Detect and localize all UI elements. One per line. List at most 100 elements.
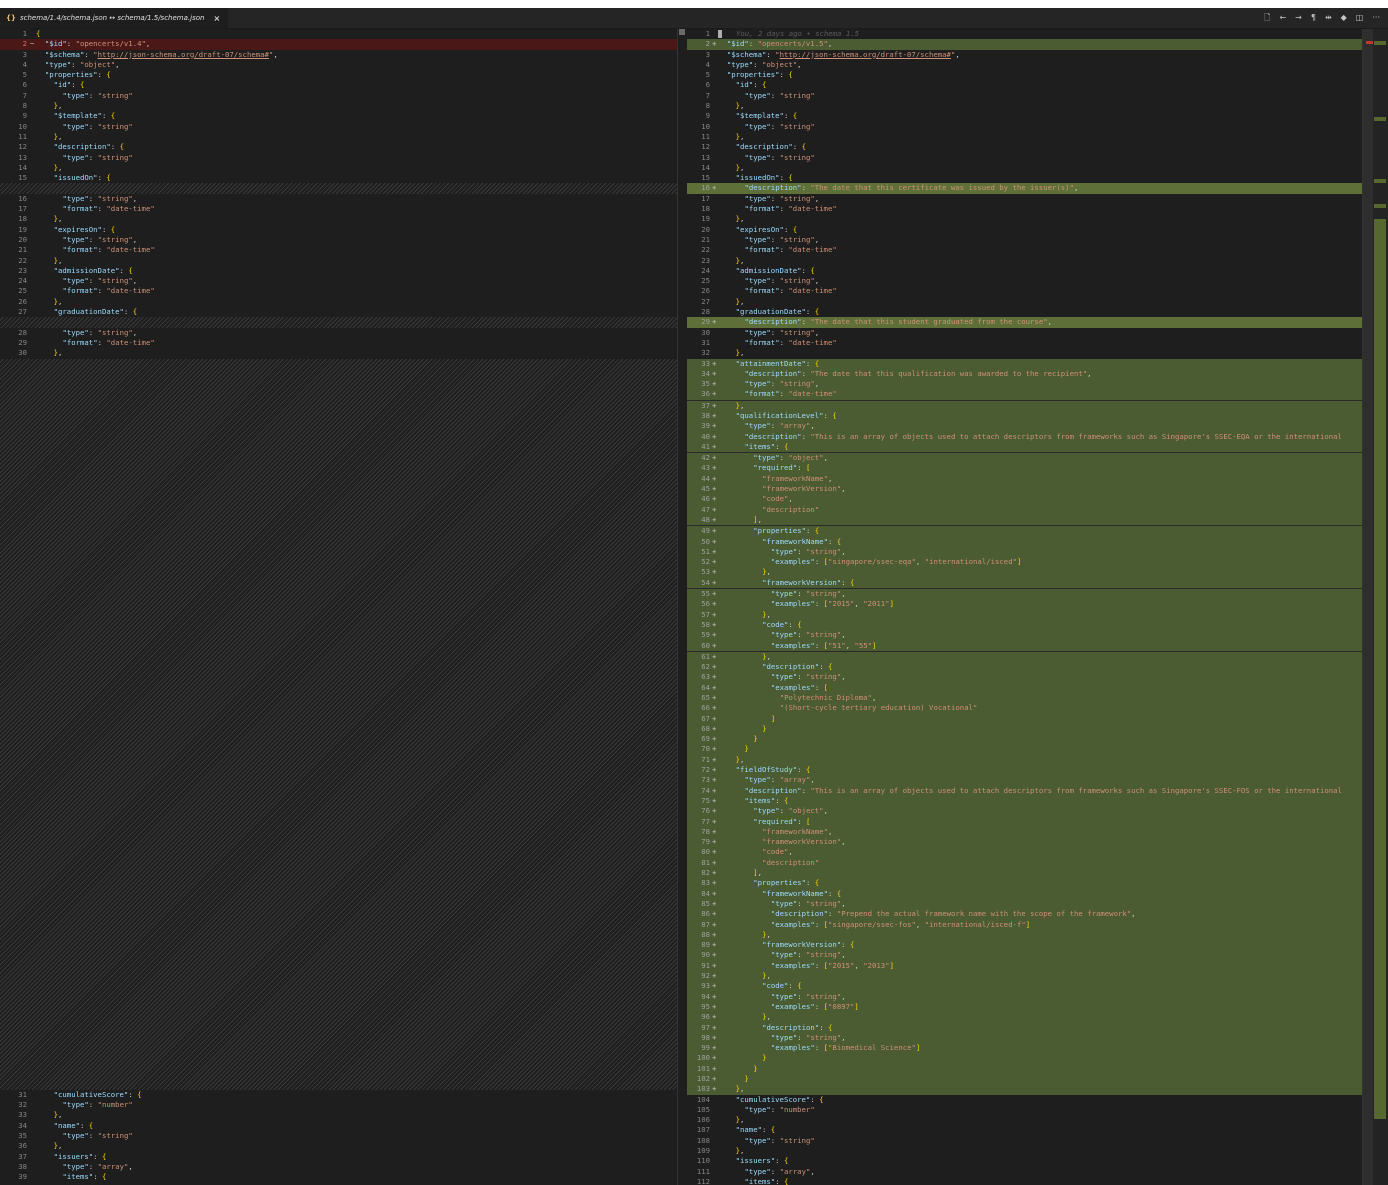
- line-code: "format": "date-time": [744, 337, 837, 347]
- line-number: 34: [18, 1120, 27, 1130]
- line-number: 30: [701, 327, 710, 337]
- line-number: 20: [701, 224, 710, 234]
- line-code: }: [744, 744, 749, 754]
- line-code: "type": "string": [62, 90, 133, 100]
- line-number: 99: [701, 1043, 710, 1053]
- close-tab-button[interactable]: ×: [213, 14, 220, 23]
- scrollbar-slider[interactable]: [1363, 29, 1373, 1185]
- line-code: "$schema": "http://json-schema.org/draft…: [726, 49, 960, 59]
- inserted-change-mark: [1374, 179, 1386, 183]
- line-number: 1: [22, 29, 27, 38]
- inserted-line: 79 + "frameworkVersion",: [687, 837, 1362, 848]
- line-code: "issuedOn": {: [53, 173, 111, 183]
- git-changes-icon[interactable]: ◆: [1341, 8, 1347, 28]
- line-number: 16: [701, 183, 710, 193]
- open-file-icon[interactable]: 🗋: [1264, 8, 1270, 28]
- line-number: 87: [701, 919, 710, 929]
- inserted-line: 98 + "type": "string",: [687, 1032, 1362, 1044]
- line-code: "type": "string": [62, 1130, 133, 1140]
- line-number: 15: [701, 173, 710, 183]
- code-line: 18 "format": "date-time": [687, 204, 1362, 214]
- line-number: 53: [701, 567, 710, 577]
- line-code: "$template": {: [735, 111, 798, 121]
- line-number: 94: [701, 991, 710, 1001]
- code-line: 14 },: [687, 163, 1362, 173]
- inserted-line: 103 + },: [687, 1084, 1362, 1095]
- whitespace-toggle-icon[interactable]: ¶: [1311, 8, 1316, 28]
- line-number: 9: [705, 111, 710, 121]
- line-code: "name": {: [53, 1120, 94, 1130]
- line-number: 37: [18, 1151, 27, 1161]
- line-code: "properties": {: [44, 70, 111, 80]
- inserted-line: 61 + },: [687, 651, 1362, 663]
- line-number: 28: [701, 307, 710, 317]
- diff-tab[interactable]: {} schema/1.4/schema.json ↔ schema/1.5/s…: [0, 8, 229, 28]
- line-number: 42: [701, 453, 710, 463]
- inserted-line: 73 + "type": "array",: [687, 775, 1362, 786]
- inserted-line: 50 + "frameworkName": {: [687, 536, 1362, 547]
- line-number: 39: [18, 1172, 27, 1182]
- code-line: 20 "type": "string",: [0, 235, 677, 245]
- overview-ruler[interactable]: [1362, 29, 1388, 1185]
- line-code: }: [762, 723, 767, 733]
- line-number: 43: [701, 463, 710, 473]
- line-number: 11: [18, 131, 27, 141]
- line-code: "type": "string",: [770, 589, 846, 599]
- line-number: 35: [701, 379, 710, 389]
- line-number: 17: [701, 193, 710, 203]
- line-code: },: [735, 1146, 745, 1156]
- line-number: 47: [701, 504, 710, 514]
- original-file-pane[interactable]: 1{2− "$id": "opencerts/v1.4", 3 "$schema"…: [0, 29, 677, 1185]
- line-code: },: [53, 214, 63, 224]
- line-code: "type": "string",: [744, 193, 820, 203]
- code-line: 22 "format": "date-time": [687, 245, 1362, 255]
- inserted-line: 39 + "type": "array",: [687, 421, 1362, 432]
- inserted-line: 77 + "required": [: [687, 816, 1362, 827]
- line-number: 107: [696, 1125, 710, 1135]
- line-number: 86: [701, 909, 710, 919]
- code-line: 10 "type": "string": [0, 122, 677, 132]
- inserted-change-mark: [1374, 204, 1386, 208]
- inserted-line: 72 + "fieldOfStudy": {: [687, 765, 1362, 776]
- line-code: "examples": ["51", "55"]: [770, 640, 877, 650]
- line-number: 100: [696, 1053, 710, 1063]
- line-code: "examples": ["singapore/ssec-fos", "inte…: [770, 919, 1031, 929]
- line-number: 97: [701, 1022, 710, 1032]
- inline-view-icon[interactable]: ⇹: [1325, 8, 1332, 28]
- inserted-line: 46 + "code",: [687, 494, 1362, 505]
- line-code: }: [753, 734, 758, 744]
- line-number: 17: [18, 204, 27, 214]
- diff-splitter[interactable]: [677, 29, 687, 1185]
- line-code: "code": {: [762, 981, 802, 991]
- line-code: "examples": ["2015", "2013"]: [770, 960, 894, 970]
- line-number: 28: [18, 327, 27, 337]
- line-code: "type": "array",: [744, 1166, 815, 1176]
- next-change-icon[interactable]: →: [1295, 8, 1302, 28]
- line-number: 85: [701, 898, 710, 908]
- splitter-handle[interactable]: [679, 29, 685, 35]
- code-line: 5 "properties": {: [0, 70, 677, 80]
- line-code: "type": "array",: [62, 1161, 133, 1171]
- modified-file-pane[interactable]: 1 You, 2 days ago • schema 1.5 2 + "$id": "…: [687, 29, 1362, 1185]
- line-number: 81: [701, 857, 710, 867]
- code-line: 30 "type": "string",: [687, 328, 1362, 338]
- code-line: 24 "type": "string",: [0, 276, 677, 286]
- line-code: "admissionDate": {: [735, 265, 815, 275]
- inserted-line: 37 + },: [687, 400, 1362, 411]
- previous-change-icon[interactable]: ←: [1279, 8, 1286, 28]
- line-code: },: [53, 101, 63, 111]
- line-number: 59: [701, 630, 710, 640]
- more-actions-icon[interactable]: ···: [1372, 8, 1380, 28]
- split-editor-icon[interactable]: ◫: [1356, 8, 1364, 28]
- line-code: {: [36, 29, 41, 38]
- line-code: "type": "string",: [744, 234, 820, 244]
- line-code: "$schema": "http://json-schema.org/draft…: [44, 49, 278, 59]
- line-number: 109: [696, 1146, 710, 1156]
- line-code: "description": "The date that this certi…: [744, 183, 1079, 193]
- code-line: 28 "type": "string",: [0, 328, 677, 338]
- line-code: },: [735, 400, 745, 410]
- line-number: 96: [701, 1012, 710, 1022]
- line-code: "description": "Prepend the actual frame…: [770, 909, 1136, 919]
- tab-title: schema/1.4/schema.json ↔ schema/1.5/sche…: [19, 14, 205, 22]
- line-code: "frameworkName",: [762, 826, 833, 836]
